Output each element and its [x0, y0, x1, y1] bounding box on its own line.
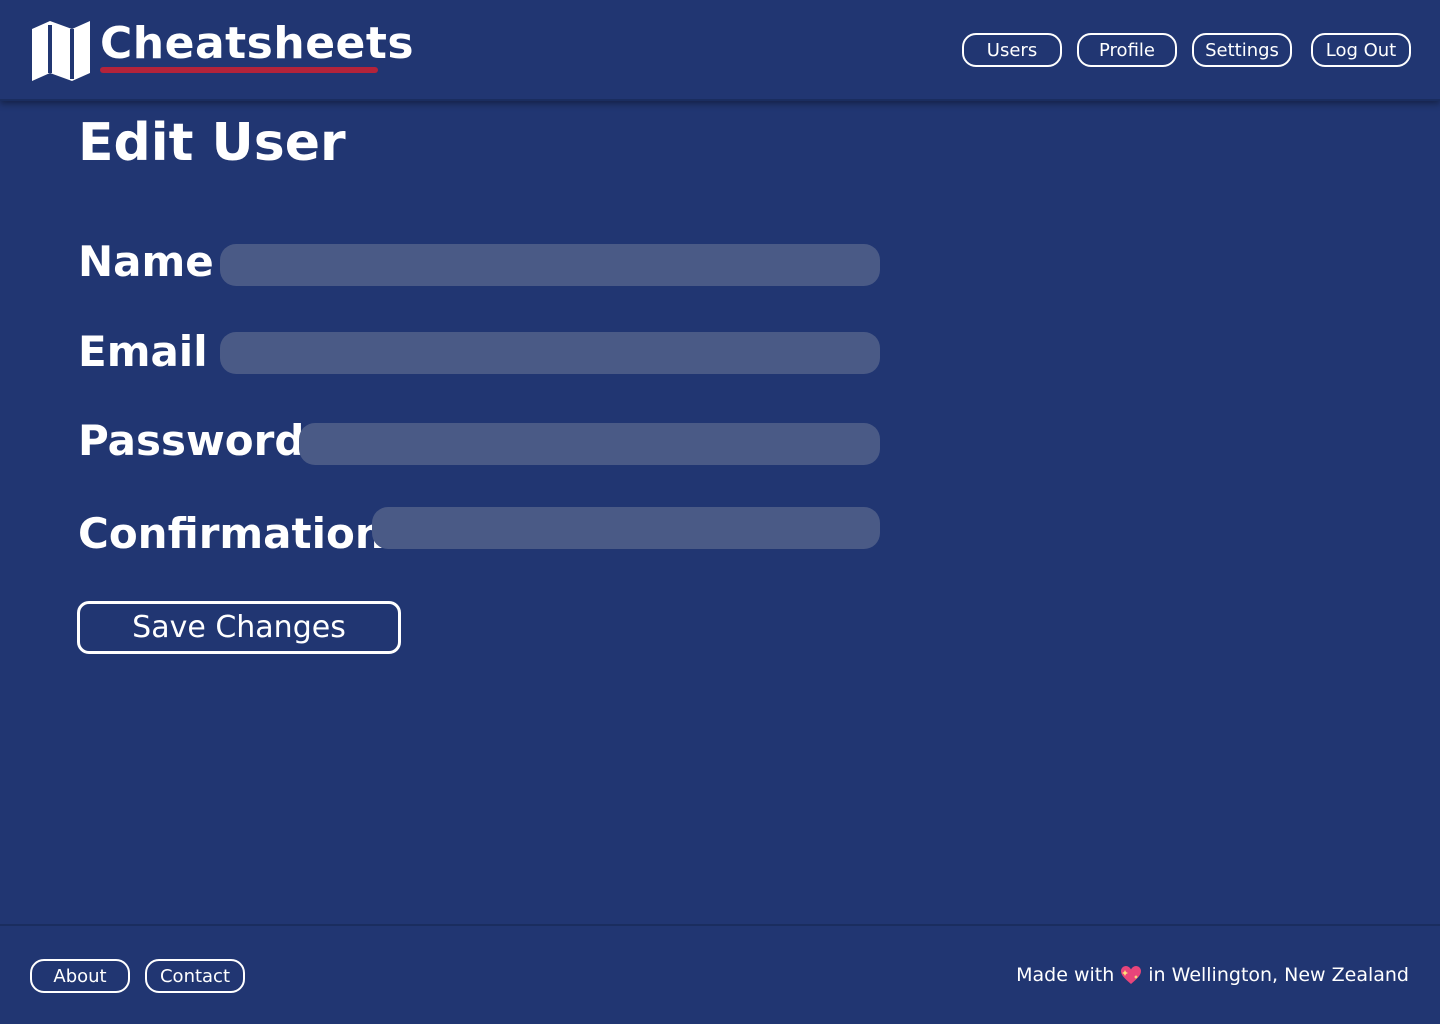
nav-profile-button[interactable]: Profile	[1077, 33, 1177, 67]
name-field[interactable]	[220, 244, 880, 286]
nav-users-button[interactable]: Users	[962, 33, 1062, 67]
contact-button[interactable]: Contact	[145, 959, 245, 993]
confirmation-label: Confirmation	[78, 509, 385, 558]
sparkling-heart-icon	[1121, 966, 1142, 984]
footer-links: About Contact	[30, 959, 245, 993]
nav-settings-button[interactable]: Settings	[1192, 33, 1292, 67]
page-title: Edit User	[78, 113, 346, 173]
brand-underline	[100, 67, 378, 73]
page-heading: Edit User	[78, 112, 346, 174]
about-button[interactable]: About	[30, 959, 130, 993]
email-label: Email	[78, 327, 208, 376]
brand-title: Cheatsheets	[100, 18, 415, 69]
credit-text-after: in Wellington, New Zealand	[1148, 964, 1409, 986]
site-footer: About Contact Made with in Wellington, N…	[0, 924, 1440, 1024]
password-label: Password	[78, 416, 305, 465]
save-changes-button[interactable]: Save Changes	[77, 601, 401, 654]
credit-text-before: Made with	[1016, 964, 1115, 986]
site-header: Cheatsheets Users Profile Settings Log O…	[0, 0, 1440, 101]
email-field[interactable]	[220, 332, 880, 374]
confirmation-field[interactable]	[372, 507, 880, 549]
brand: Cheatsheets	[100, 18, 415, 73]
log-out-button[interactable]: Log Out	[1311, 33, 1411, 67]
top-nav: Users Profile Settings Log Out	[962, 33, 1411, 67]
name-label: Name	[78, 237, 214, 286]
password-field[interactable]	[299, 423, 880, 465]
logo-link[interactable]: Cheatsheets	[30, 18, 414, 83]
credit-line: Made with in Wellington, New Zealand	[1016, 964, 1409, 986]
map-icon	[32, 21, 90, 81]
